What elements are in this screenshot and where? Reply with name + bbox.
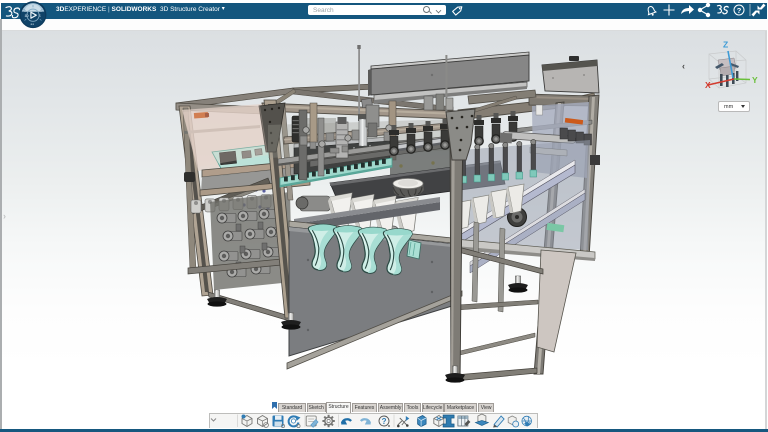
svg-text:Y: Y — [752, 75, 758, 85]
svg-text:3D: 3D — [25, 14, 30, 18]
svg-text:●●: ●● — [30, 22, 34, 26]
svg-text:?: ? — [737, 6, 742, 15]
svg-text:S: S — [39, 14, 41, 18]
svg-text:?: ? — [382, 417, 387, 426]
svg-text:X: X — [705, 80, 711, 90]
svg-text:Z: Z — [723, 40, 728, 50]
